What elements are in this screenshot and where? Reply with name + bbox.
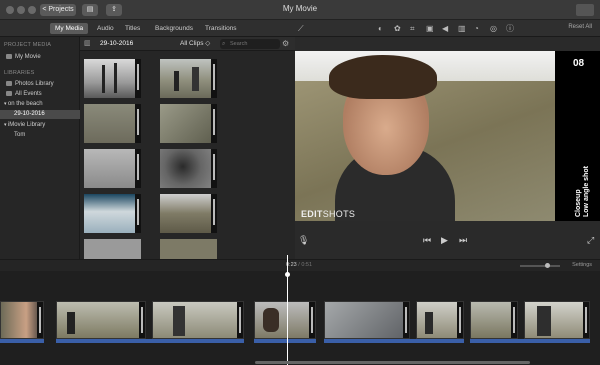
timeline-clip[interactable] bbox=[524, 301, 590, 339]
timeline-clip[interactable] bbox=[470, 301, 518, 339]
crop-icon[interactable]: ⌗ bbox=[410, 24, 415, 33]
zoom-slider-knob[interactable] bbox=[545, 263, 550, 268]
imovie-window: < Projects ▤ ⇪ My Movie My Media Audio T… bbox=[0, 0, 600, 365]
audio-waveform bbox=[0, 339, 44, 343]
tab-audio[interactable]: Audio bbox=[92, 23, 119, 34]
timecode: 0:23 / 0:51 bbox=[286, 262, 313, 268]
video-frame: EDITSHOTS bbox=[295, 51, 555, 221]
speaker-icon[interactable]: ◀ bbox=[442, 24, 448, 33]
magic-wand-icon[interactable]: ⟋ bbox=[298, 24, 304, 33]
filter-icon[interactable]: ◎ bbox=[490, 24, 497, 33]
clip-thumbnail[interactable] bbox=[84, 59, 141, 98]
audio-waveform bbox=[56, 339, 244, 343]
timeline-clip[interactable] bbox=[254, 301, 316, 339]
color-palette-icon[interactable]: ✿ bbox=[394, 24, 401, 33]
skip-forward-icon[interactable]: ⏭ bbox=[459, 233, 467, 247]
fullscreen-icon[interactable]: ⤢ bbox=[587, 233, 594, 247]
clip-thumbnail[interactable] bbox=[84, 104, 141, 143]
clip-thumbnail[interactable] bbox=[160, 239, 217, 259]
sidebar-item-on-the-beach[interactable]: ▾ on the beach bbox=[0, 100, 80, 109]
sidebar-item-event-date[interactable]: 29-10-2016 bbox=[0, 110, 80, 119]
shot-description: Closeup Low angle shot bbox=[575, 166, 590, 217]
equalizer-icon[interactable]: ▥ bbox=[458, 24, 466, 33]
timeline bbox=[0, 271, 600, 365]
zoom-slider-track[interactable] bbox=[520, 265, 560, 267]
settings-button[interactable]: Settings bbox=[572, 262, 592, 268]
shot-caption-card: 08 Closeup Low angle shot bbox=[555, 51, 600, 221]
play-icon[interactable]: ▶ bbox=[441, 233, 448, 247]
window-title: My Movie bbox=[282, 4, 318, 13]
browser-header: ▥ 29-10-2016 All Clips ◇ ⌕ Search ⚙ bbox=[80, 37, 295, 51]
photos-icon bbox=[6, 80, 12, 86]
clip-thumbnail[interactable] bbox=[84, 239, 141, 259]
clip-thumbnail[interactable] bbox=[160, 59, 217, 98]
timeline-header: 0:23 / 0:51 Settings bbox=[0, 259, 600, 271]
sidebar-item-my-movie[interactable]: My Movie bbox=[0, 53, 80, 62]
clip-thumbnail[interactable] bbox=[160, 149, 217, 188]
timeline-clip[interactable] bbox=[152, 301, 244, 339]
clips-filter-dropdown[interactable]: All Clips ◇ bbox=[180, 39, 210, 49]
skip-back-icon[interactable]: ⏮ bbox=[423, 233, 431, 247]
fullscreen-button[interactable] bbox=[576, 4, 594, 16]
viewer: EDITSHOTS 08 Closeup Low angle shot 🎙 ⏮ … bbox=[295, 37, 600, 259]
audio-waveform bbox=[470, 339, 590, 343]
search-input[interactable]: ⌕ Search bbox=[220, 39, 280, 49]
tab-transitions[interactable]: Transitions bbox=[200, 23, 242, 34]
tab-backgrounds[interactable]: Backgrounds bbox=[150, 23, 198, 34]
audio-waveform bbox=[324, 339, 464, 343]
timeline-clip[interactable] bbox=[56, 301, 146, 339]
reset-all-button[interactable]: Reset All bbox=[568, 24, 592, 30]
timeline-clip[interactable] bbox=[324, 301, 410, 339]
toolbar: My Media Audio Titles Backgrounds Transi… bbox=[0, 20, 600, 37]
clip-thumbnail[interactable] bbox=[84, 149, 141, 188]
speedometer-icon[interactable]: ◔ bbox=[474, 24, 479, 33]
audio-waveform bbox=[254, 339, 316, 343]
film-icon bbox=[6, 53, 12, 59]
info-icon[interactable]: ⓘ bbox=[506, 24, 514, 33]
sidebar-item-imovie-library[interactable]: ▾ iMovie Library bbox=[0, 121, 80, 130]
sidebar-item-all-events[interactable]: All Events bbox=[0, 90, 80, 99]
shot-number: 08 bbox=[573, 58, 585, 69]
clip-thumbnail[interactable] bbox=[160, 194, 217, 233]
events-icon bbox=[6, 90, 12, 96]
microphone-icon[interactable]: 🎙 bbox=[298, 233, 309, 247]
project-media-heading: PROJECT MEDIA bbox=[4, 42, 52, 48]
media-browser bbox=[80, 51, 295, 259]
sidebar: PROJECT MEDIA My Movie LIBRARIES Photos … bbox=[0, 37, 80, 259]
timeline-scrollbar[interactable] bbox=[255, 361, 530, 364]
clip-thumbnail[interactable] bbox=[160, 104, 217, 143]
playback-controls: 🎙 ⏮ ▶ ⏭ ⤢ bbox=[295, 233, 600, 247]
playhead-handle[interactable] bbox=[285, 272, 290, 277]
timeline-clip[interactable] bbox=[416, 301, 464, 339]
sidebar-item-tom[interactable]: Tom bbox=[0, 131, 80, 140]
search-icon: ⌕ bbox=[222, 41, 226, 47]
title-bar: < Projects ▤ ⇪ My Movie bbox=[0, 0, 600, 20]
camera-icon[interactable]: ▣ bbox=[426, 24, 434, 33]
tab-my-media[interactable]: My Media bbox=[50, 23, 89, 34]
sidebar-item-photos-library[interactable]: Photos Library bbox=[0, 80, 80, 89]
timeline-clip[interactable] bbox=[0, 301, 44, 339]
editshots-watermark: EDITSHOTS bbox=[301, 209, 356, 219]
browser-settings-icon[interactable]: ⚙ bbox=[282, 39, 289, 49]
libraries-heading: LIBRARIES bbox=[4, 70, 35, 76]
sidebar-toggle-icon[interactable]: ▥ bbox=[84, 39, 91, 47]
color-balance-icon[interactable]: ◐ bbox=[378, 24, 383, 33]
event-date-label: 29-10-2016 bbox=[100, 40, 134, 47]
clip-thumbnail[interactable] bbox=[84, 194, 141, 233]
tab-titles[interactable]: Titles bbox=[120, 23, 145, 34]
